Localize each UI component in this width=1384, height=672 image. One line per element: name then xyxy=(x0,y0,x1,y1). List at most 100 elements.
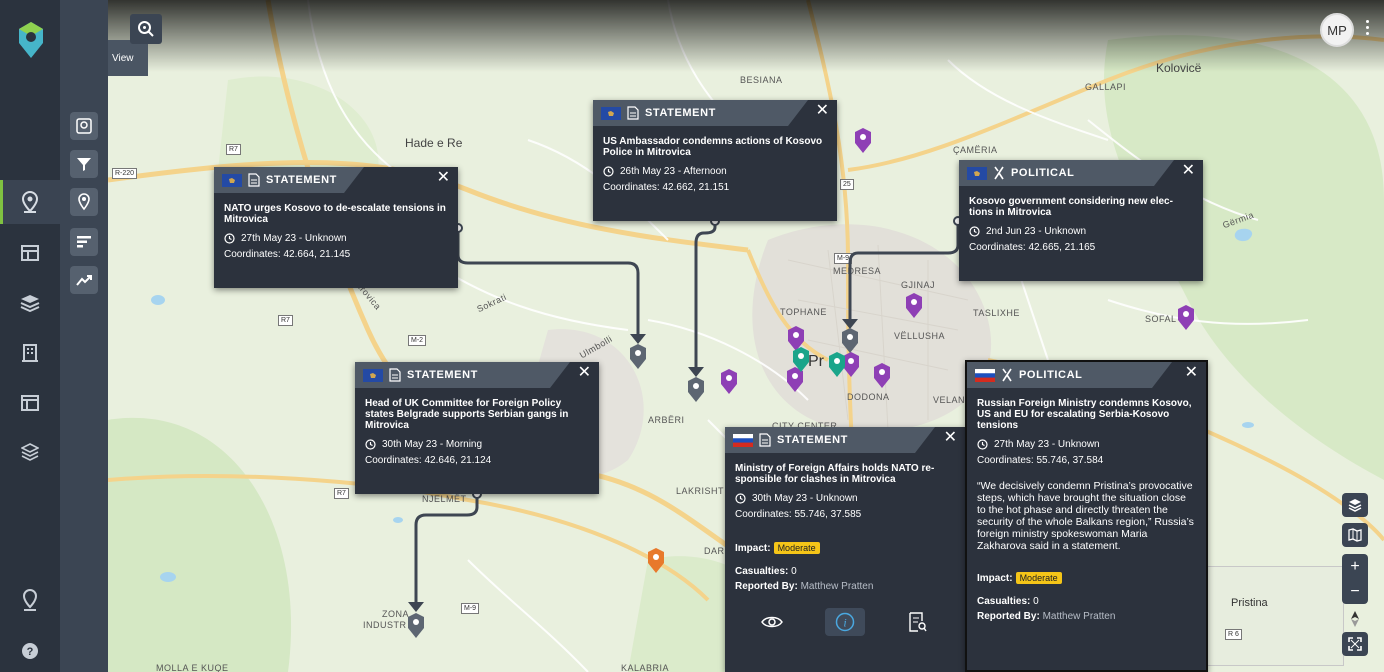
card-title: Kosovo government considering new elec-t… xyxy=(969,196,1173,218)
tools-sidebar xyxy=(60,0,108,672)
map-pin-search-icon xyxy=(76,118,92,134)
event-pin-orange[interactable] xyxy=(647,548,665,579)
event-pin-purple[interactable] xyxy=(905,293,923,324)
view-button[interactable] xyxy=(752,608,792,636)
search-icon xyxy=(138,21,154,37)
document-icon xyxy=(627,106,639,120)
card-coordinates: Coordinates: 42.665, 21.165 xyxy=(969,242,1096,253)
filter-button[interactable] xyxy=(70,150,98,178)
event-card[interactable]: POLITICAL ✕ Kosovo government considerin… xyxy=(959,160,1203,281)
card-title: NATO urges Kosovo to de-escalate tension… xyxy=(224,203,446,225)
event-pin-grey[interactable] xyxy=(687,377,705,408)
basemap-button[interactable] xyxy=(1342,523,1368,547)
clock-icon xyxy=(224,233,235,244)
event-pin-purple[interactable] xyxy=(1177,305,1195,336)
more-menu-icon[interactable] xyxy=(1364,20,1370,40)
event-pin-grey[interactable] xyxy=(629,344,647,375)
mini-map-label: Pristina xyxy=(1231,597,1268,609)
avatar[interactable]: MP xyxy=(1320,13,1354,47)
zoom-out-icon[interactable]: − xyxy=(1350,583,1359,600)
info-button[interactable]: i xyxy=(824,608,865,636)
layers-icon xyxy=(1348,499,1362,512)
card-header: POLITICAL xyxy=(967,362,1172,388)
chart-bars-button[interactable] xyxy=(70,228,98,256)
view-tab-label: View xyxy=(112,52,134,64)
event-card[interactable]: STATEMENT ✕ NATO urges Kosovo to de-esca… xyxy=(214,167,458,288)
event-card[interactable]: STATEMENT ✕ Head of UK Committee for For… xyxy=(355,362,599,494)
political-icon xyxy=(1001,368,1013,382)
fullscreen-icon xyxy=(1348,637,1362,651)
impact-badge: Moderate xyxy=(1015,572,1062,584)
report-button[interactable] xyxy=(898,608,938,636)
event-pin-teal[interactable] xyxy=(792,347,810,378)
trend-button[interactable] xyxy=(70,266,98,294)
map-icon xyxy=(1348,528,1362,542)
event-pin-purple[interactable] xyxy=(720,369,738,400)
event-card-expanded[interactable]: STATEMENT ✕ Ministry of Foreign Affairs … xyxy=(725,427,965,672)
help-icon: ? xyxy=(22,643,38,659)
card-datetime: 2nd Jun 23 - Unknown xyxy=(986,226,1087,237)
close-icon[interactable]: ✕ xyxy=(1182,163,1195,179)
stack-button[interactable] xyxy=(0,431,60,475)
view-tab[interactable]: View xyxy=(108,40,148,76)
zoom-in-icon[interactable]: + xyxy=(1350,558,1359,575)
map-view-button[interactable] xyxy=(0,180,60,224)
event-pin-grey[interactable] xyxy=(407,613,425,644)
document-icon xyxy=(389,368,401,382)
russia-flag-icon xyxy=(733,434,753,447)
close-icon[interactable]: ✕ xyxy=(578,365,591,381)
kosovo-flag-icon xyxy=(222,174,242,187)
close-icon[interactable]: ✕ xyxy=(816,103,829,119)
layers-button[interactable] xyxy=(0,281,60,325)
mini-map[interactable]: Pristina R 6 xyxy=(1200,566,1344,666)
card-coordinates: Coordinates: 55.746, 37.584 xyxy=(977,455,1104,466)
close-icon[interactable]: ✕ xyxy=(944,430,957,446)
kosovo-flag-icon xyxy=(967,167,987,180)
event-pin-purple[interactable] xyxy=(854,128,872,159)
info-icon: i xyxy=(835,612,855,632)
card-category: STATEMENT xyxy=(266,174,337,186)
casualties-value: 0 xyxy=(1033,596,1039,607)
primary-sidebar: ? xyxy=(0,0,60,672)
card-datetime: 27th May 23 - Unknown xyxy=(241,233,347,244)
search-area-button[interactable] xyxy=(70,112,98,140)
close-icon[interactable]: ✕ xyxy=(1185,365,1198,381)
dashboard-button[interactable] xyxy=(0,381,60,425)
app-logo-icon xyxy=(18,22,44,63)
document-icon xyxy=(248,173,260,187)
impact-badge: Moderate xyxy=(773,542,820,554)
card-title: Russian Foreign Ministry condemns Kosovo… xyxy=(977,398,1192,431)
card-title: US Ambassador condemns actions of Kosovo… xyxy=(603,136,823,158)
card-quote: “We decisively condemn Pristina’s provoc… xyxy=(977,480,1194,552)
event-pin-grey[interactable] xyxy=(841,328,859,359)
clock-icon xyxy=(603,166,614,177)
event-card-expanded[interactable]: POLITICAL ✕ Russian Foreign Ministry con… xyxy=(965,360,1208,672)
table-view-button[interactable] xyxy=(0,231,60,275)
card-category: STATEMENT xyxy=(407,369,478,381)
report-search-icon xyxy=(909,612,927,632)
marker-icon xyxy=(78,193,90,211)
buildings-button[interactable] xyxy=(0,331,60,375)
filter-icon xyxy=(77,158,91,171)
reported-by-label: Reported By: xyxy=(735,581,798,592)
impact-label: Impact: xyxy=(735,543,771,554)
map-pin-icon xyxy=(21,191,39,213)
stack-icon xyxy=(21,443,39,461)
document-icon xyxy=(759,433,771,447)
layers-toggle-button[interactable] xyxy=(1342,493,1368,517)
card-datetime: 26th May 23 - Afternoon xyxy=(620,166,727,177)
zoom-control: + − xyxy=(1342,554,1368,604)
search-map-button[interactable] xyxy=(130,14,162,44)
reported-by-label: Reported By: xyxy=(977,611,1040,622)
compass-icon[interactable] xyxy=(1342,607,1368,631)
svg-text:i: i xyxy=(843,616,846,630)
help-button[interactable]: ? xyxy=(0,629,60,672)
close-icon[interactable]: ✕ xyxy=(437,170,450,186)
event-pin-purple[interactable] xyxy=(873,363,891,394)
event-card[interactable]: STATEMENT ✕ US Ambassador condemns actio… xyxy=(593,100,837,221)
fullscreen-button[interactable] xyxy=(1342,632,1368,656)
marker-button[interactable] xyxy=(70,188,98,216)
dashboard-icon xyxy=(21,395,39,411)
russia-flag-icon xyxy=(975,369,995,382)
location-button[interactable] xyxy=(0,578,60,622)
